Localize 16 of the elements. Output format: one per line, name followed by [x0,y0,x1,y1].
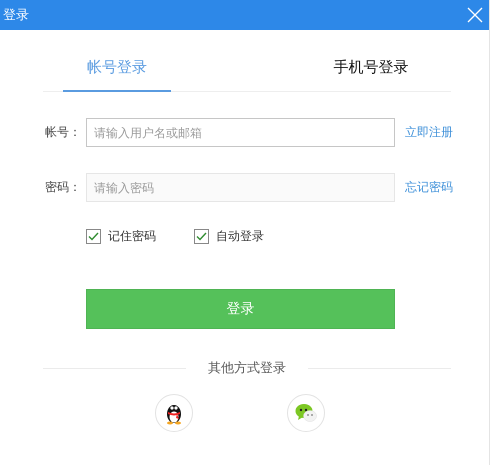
checkbox-label: 记住密码 [108,228,156,245]
login-button[interactable]: 登录 [86,289,395,329]
checkbox[interactable] [194,229,209,244]
input-field[interactable]: 请输入用户名或邮箱 [86,118,395,147]
tab[interactable]: 手机号登录 [271,44,471,92]
social-login-button[interactable] [155,394,193,432]
checkbox[interactable] [86,229,101,244]
link[interactable]: 立即注册 [405,124,453,141]
section-title: 其他方式登录 [207,360,287,377]
window-title: 登录 [3,7,29,24]
chat-bubbles-icon [295,403,317,423]
field-label: 密码： [45,179,82,196]
checkbox-label: 自动登录 [216,228,264,245]
field-label: 帐号： [45,124,82,141]
tab[interactable]: 帐号登录 [63,44,171,92]
close-button[interactable] [467,7,483,23]
